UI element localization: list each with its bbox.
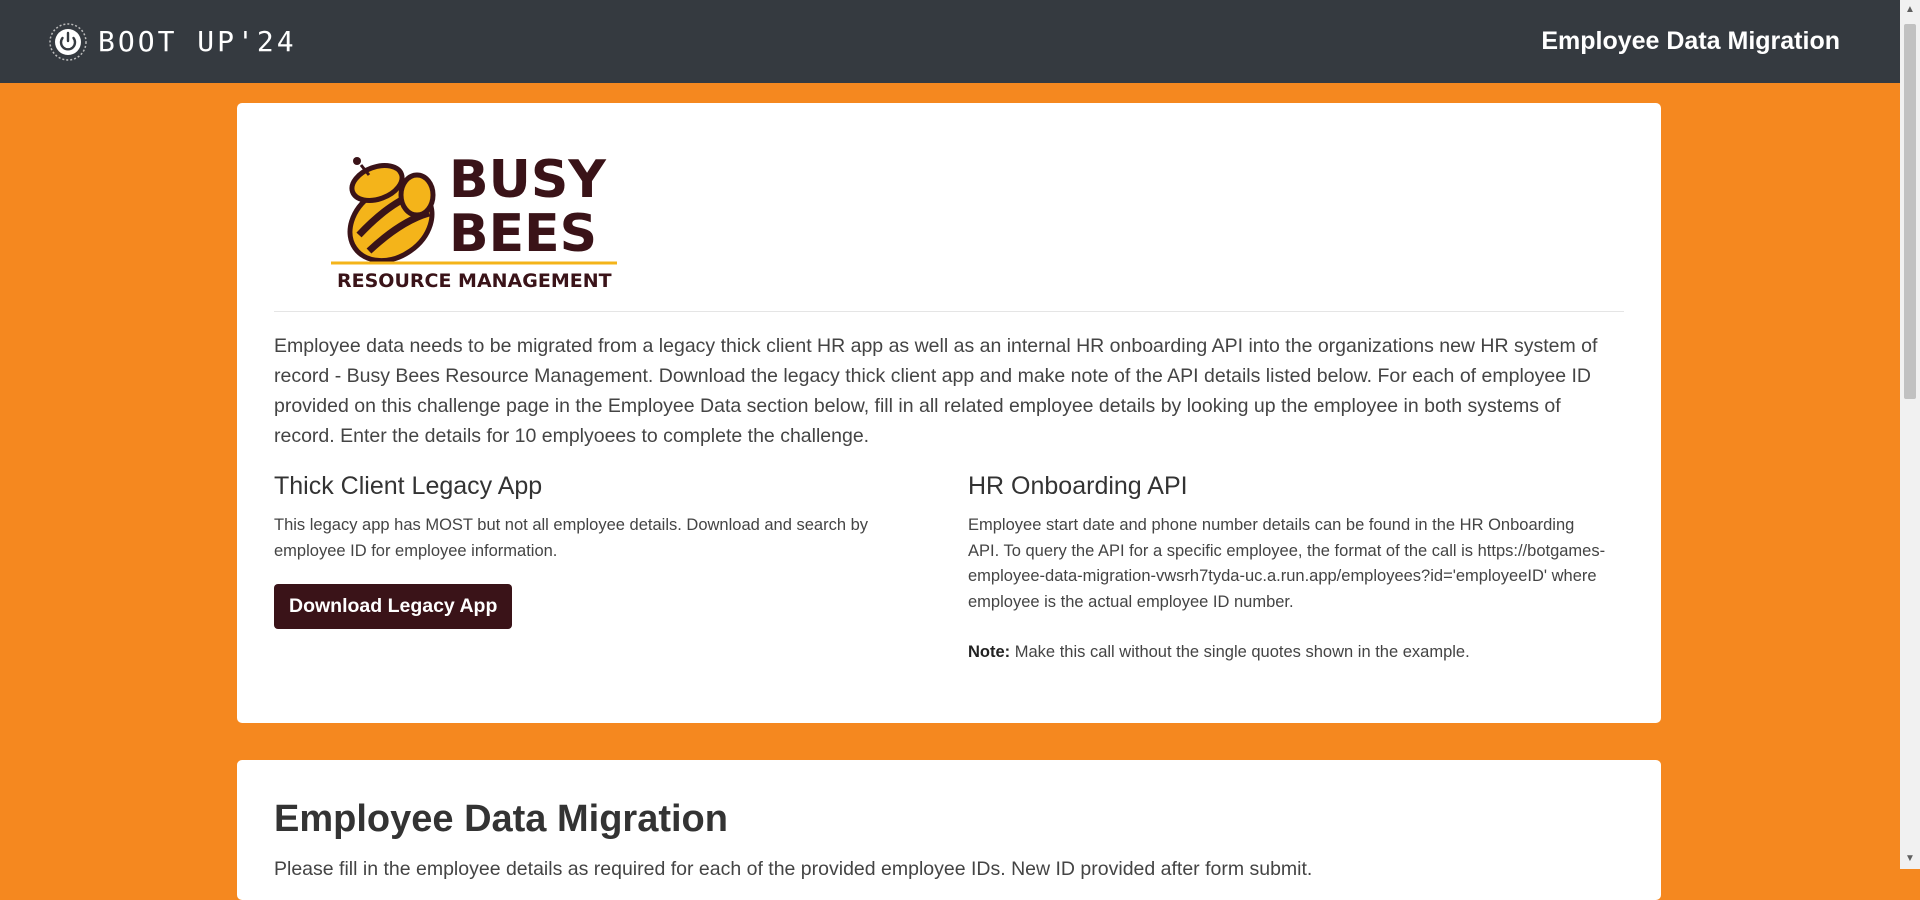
hr-api-section: HR Onboarding API Employee start date an… (968, 471, 1608, 666)
bee-icon (347, 157, 436, 264)
note-label: Note: (968, 643, 1011, 661)
divider (274, 311, 1624, 312)
hr-api-description: Employee start date and phone number det… (968, 516, 1606, 611)
power-logo-icon (49, 22, 87, 61)
migration-card: Employee Data Migration Please fill in t… (237, 760, 1661, 900)
hr-api-heading: HR Onboarding API (968, 472, 1188, 500)
svg-text:RESOURCE MANAGEMENT: RESOURCE MANAGEMENT (337, 270, 612, 292)
svg-text:BEES: BEES (449, 204, 597, 264)
migration-heading: Employee Data Migration (274, 798, 728, 840)
brand-text: BOOT UP'24 (98, 25, 297, 58)
navbar-title: Employee Data Migration (1541, 27, 1840, 55)
scroll-up-arrow-icon[interactable]: ▲ (1900, 0, 1920, 20)
note-text: Make this call without the single quotes… (1010, 643, 1470, 661)
vertical-scrollbar[interactable]: ▲ ▼ (1900, 0, 1920, 869)
scroll-down-arrow-icon[interactable]: ▼ (1900, 849, 1920, 869)
intro-card: BUSY BEES RESOURCE MANAGEMENT Employee d… (237, 103, 1661, 723)
download-legacy-app-button[interactable]: Download Legacy App (274, 584, 513, 629)
brand[interactable]: BOOT UP'24 (48, 22, 297, 62)
svg-text:BUSY: BUSY (449, 153, 607, 210)
hr-api-note: Note: Make this call without the single … (968, 640, 1608, 666)
busy-bees-logo: BUSY BEES RESOURCE MANAGEMENT (331, 153, 617, 292)
legacy-app-description: This legacy app has MOST but not all emp… (274, 516, 869, 560)
legacy-app-section: Thick Client Legacy App This legacy app … (274, 471, 914, 629)
scrollbar-thumb[interactable] (1904, 24, 1916, 399)
legacy-app-heading: Thick Client Legacy App (274, 472, 543, 500)
top-navbar: BOOT UP'24 Employee Data Migration (0, 0, 1900, 83)
intro-paragraph: Employee data needs to be migrated from … (274, 335, 1598, 447)
migration-subtext: Please fill in the employee details as r… (274, 858, 1313, 880)
